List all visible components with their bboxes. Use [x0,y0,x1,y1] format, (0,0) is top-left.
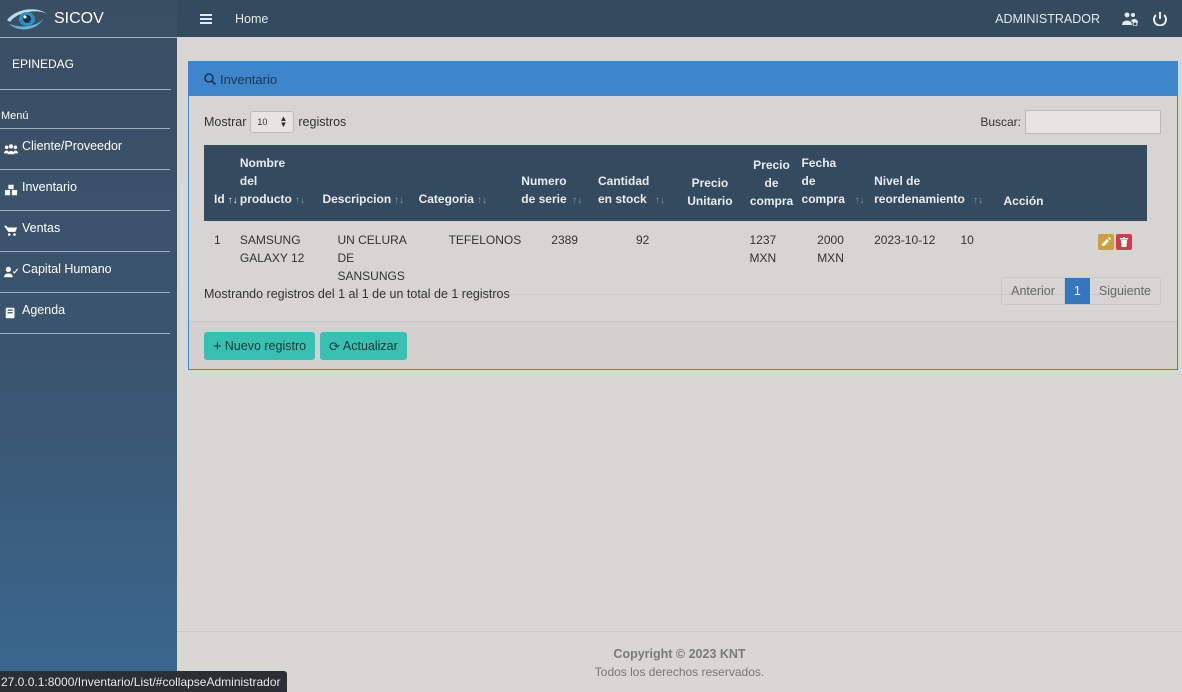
sidebar-item-inventario[interactable]: Inventario [0,170,170,211]
th-fecha-compra[interactable]: Fecha de compra ↑↓ [801,145,875,221]
new-record-button[interactable]: + Nuevo registro [204,332,316,360]
menu-title: Menú [0,90,170,129]
sidebar: SICOV EPINEDAG Menú Cliente/Proveedor In… [0,0,177,692]
sidebar-item-agenda[interactable]: Agenda [0,293,170,334]
edit-icon [1102,236,1111,246]
search-box: Buscar: [980,110,1161,134]
sidebar-item-cliente-proveedor[interactable]: Cliente/Proveedor [0,129,170,170]
card-title: Inventario [220,71,278,87]
th-precio-compra[interactable]: Precio de compra [741,145,802,221]
search-label: Buscar: [980,115,1021,129]
th-descripcion[interactable]: Descripcion ↑↓ [322,145,419,221]
show-entries: Mostrar 10 ▲ ▼ registros [204,111,346,133]
user-check-icon [4,266,18,278]
rights-text: Todos los derechos reservados. [594,665,765,679]
cell-nombre: SAMSUNG GALAXY 12 [239,221,323,295]
cell-categoria: TEFELONOS [418,221,522,295]
table-header-row: Id ↑↓ Nombre del producto ↑↓ Descripcion ↑↓… [204,145,1147,221]
card-footer: + Nuevo registro ⟳ Actualizar [189,321,1177,369]
power-icon[interactable] [1152,11,1168,26]
th-accion: Acción [995,145,1147,221]
cell-descripcion: UN CELURA DE SANSUNGS [322,221,419,295]
entries-label: registros [298,115,347,129]
th-nivel-reorden[interactable]: Nivel de reordenamiento ↑↓ [874,145,996,221]
hamburger-menu-icon[interactable] [200,12,212,26]
home-link[interactable]: Home [235,12,268,26]
cell-precio-unitario [678,221,742,295]
brand[interactable]: SICOV [0,0,177,38]
sidebar-item-label: Ventas [22,221,61,235]
plus-icon: + [213,337,222,355]
refresh-icon: ⟳ [329,338,340,354]
book-icon [5,307,15,319]
sidebar-item-label: Inventario [22,180,77,194]
delete-button[interactable] [1116,233,1132,250]
refresh-label: Actualizar [342,339,398,353]
sidebar-item-capital-humano[interactable]: Capital Humano [0,252,170,293]
prev-page-button[interactable]: Anterior [1002,278,1065,304]
inventory-card: Inventario Mostrar 10 ▲ ▼ registros Busca… [188,61,1178,370]
page-footer: Copyright © 2023 KNT Todos los derechos … [177,631,1182,692]
users-icon [4,144,18,155]
app-title: SICOV [54,9,104,27]
inventory-table: Id ↑↓ Nombre del producto ↑↓ Descripcion ↑↓… [204,145,1147,295]
th-categoria[interactable]: Categoria ↑↓ [418,145,522,221]
th-cantidad[interactable]: Cantidad en stock ↑↓ [598,145,679,221]
cart-icon [4,225,18,236]
boxes-icon [4,184,18,196]
refresh-button[interactable]: ⟳ Actualizar [320,332,407,360]
th-numero-serie[interactable]: Numero de serie ↑↓ [521,145,598,221]
cell-precio-compra: 1237 MXN [741,221,802,295]
user-name: EPINEDAG [0,38,171,90]
user-role-label[interactable]: ADMINISTRADOR [995,12,1100,26]
page-size-value: 10 [257,117,268,127]
edit-button[interactable] [1098,233,1114,250]
cell-fecha-compra: 2000 MXN [801,221,875,295]
browser-status-url: 27.0.0.1:8000/Inventario/List/#collapseA… [0,671,287,692]
next-page-button[interactable]: Siguiente [1090,278,1160,304]
cell-nivel-value: 10 [960,233,974,247]
new-record-label: Nuevo registro [224,339,307,353]
sidebar-item-label: Agenda [22,303,66,317]
pagination: Anterior 1 Siguiente [1001,277,1161,305]
th-id[interactable]: Id ↑↓ [204,145,240,221]
th-nombre[interactable]: Nombre del producto ↑↓ [239,145,323,221]
sidebar-item-label: Capital Humano [22,262,112,276]
show-label: Mostrar [204,115,247,129]
cell-fecha-extra: 2023-10-12 [874,233,936,247]
cell-cantidad: 92 [598,221,679,295]
cell-nivel: 2023-10-12 10 [874,221,996,295]
users-cog-icon[interactable] [1122,12,1138,26]
table-controls: Mostrar 10 ▲ ▼ registros Buscar: [189,96,1177,144]
copyright-text: Copyright © 2023 KNT [613,647,746,661]
sidebar-item-label: Cliente/Proveedor [22,139,123,153]
search-input[interactable] [1025,110,1161,134]
page-size-select[interactable]: 10 ▲ ▼ [250,111,295,133]
cell-id: 1 [204,221,240,295]
th-precio-unitario[interactable]: Precio Unitario [678,145,742,221]
page-1-button[interactable]: 1 [1064,278,1090,304]
updown-icon: ▲ ▼ [279,114,288,129]
sidebar-item-ventas[interactable]: Ventas [0,211,170,252]
cell-numero-serie: 2389 [521,221,598,295]
search-icon [204,73,216,85]
trash-icon [1120,236,1128,247]
card-header: Inventario [189,62,1177,96]
table-info: Mostrando registros del 1 al 1 de un tot… [204,287,510,301]
eye-logo-icon [7,8,47,29]
top-navbar: Home ADMINISTRADOR [177,0,1182,37]
